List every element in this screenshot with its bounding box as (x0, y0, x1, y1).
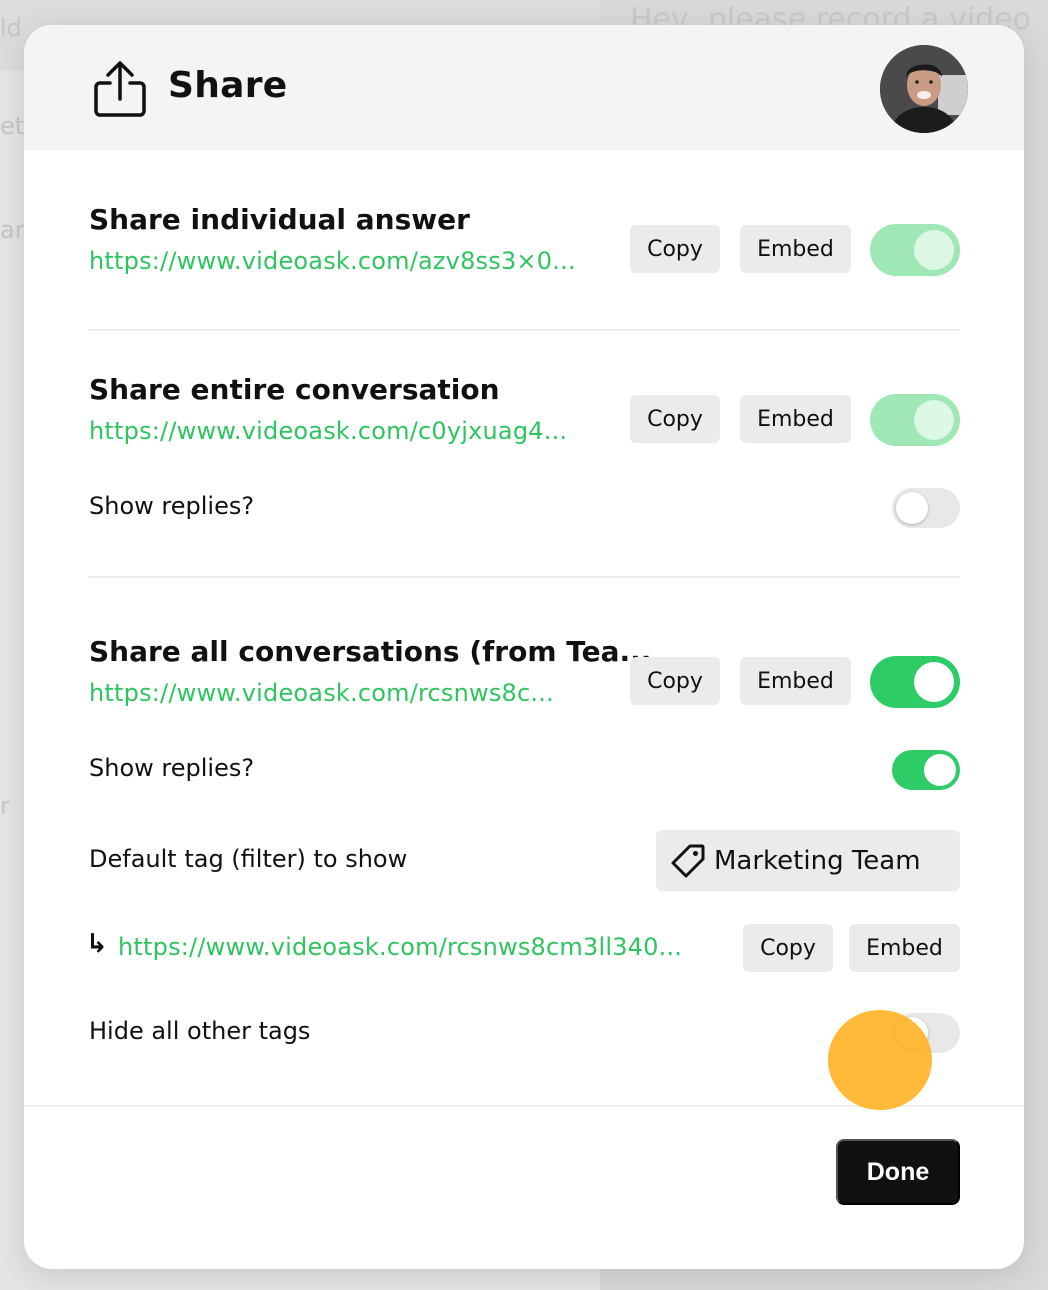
tag-icon (671, 844, 705, 877)
background-text: r (0, 792, 10, 820)
share-conversation-toggle[interactable] (870, 394, 960, 446)
hide-other-tags-label: Hide all other tags (89, 1017, 311, 1045)
default-tag-label: Default tag (filter) to show (89, 845, 408, 873)
default-tag-select[interactable]: Marketing Team (656, 830, 960, 891)
embed-all-button[interactable]: Embed (740, 657, 851, 705)
share-individual-toggle[interactable] (870, 224, 960, 276)
done-button[interactable]: Done (836, 1139, 960, 1205)
modal-header: Share (24, 25, 1024, 150)
all-show-replies-label: Show replies? (89, 754, 255, 782)
share-upload-icon (94, 61, 146, 117)
copy-tag-link-button[interactable]: Copy (743, 924, 833, 972)
return-arrow-icon: ↳ (86, 929, 108, 959)
copy-conversation-button[interactable]: Copy (630, 395, 720, 443)
embed-individual-button[interactable]: Embed (740, 225, 851, 273)
toggle-knob (914, 662, 954, 702)
share-conversation-link[interactable]: https://www.videoask.com/c0yjxuag4... (89, 417, 567, 445)
share-modal: Share Share individual answer https://ww… (24, 25, 1024, 1269)
modal-title: Share (168, 65, 288, 106)
section-divider (88, 329, 960, 331)
toggle-knob (896, 492, 928, 524)
share-conversation-title: Share entire conversation (89, 373, 500, 406)
copy-all-button[interactable]: Copy (630, 657, 720, 705)
toggle-knob (924, 754, 956, 786)
cursor-highlight (828, 1010, 932, 1110)
toggle-knob (914, 230, 954, 270)
share-all-title: Share all conversations (from Tea... (89, 635, 652, 668)
share-all-toggle[interactable] (870, 656, 960, 708)
default-tag-value: Marketing Team (714, 845, 921, 876)
embed-conversation-button[interactable]: Embed (740, 395, 851, 443)
background-text: ld (0, 14, 22, 42)
copy-individual-button[interactable]: Copy (630, 225, 720, 273)
conversation-show-replies-label: Show replies? (89, 492, 255, 520)
tag-filtered-link[interactable]: https://www.videoask.com/rcsnws8cm3ll340… (118, 933, 682, 961)
toggle-knob (914, 400, 954, 440)
embed-tag-link-button[interactable]: Embed (849, 924, 960, 972)
share-all-link[interactable]: https://www.videoask.com/rcsnws8c... (89, 679, 554, 707)
background-text: et (0, 112, 25, 140)
share-individual-title: Share individual answer (89, 203, 470, 236)
share-individual-link[interactable]: https://www.videoask.com/azv8ss3×0... (89, 247, 576, 275)
section-divider (88, 576, 960, 578)
all-show-replies-toggle[interactable] (892, 750, 960, 790)
avatar-image (880, 45, 968, 133)
user-avatar[interactable] (880, 45, 968, 133)
conversation-show-replies-toggle[interactable] (892, 488, 960, 528)
